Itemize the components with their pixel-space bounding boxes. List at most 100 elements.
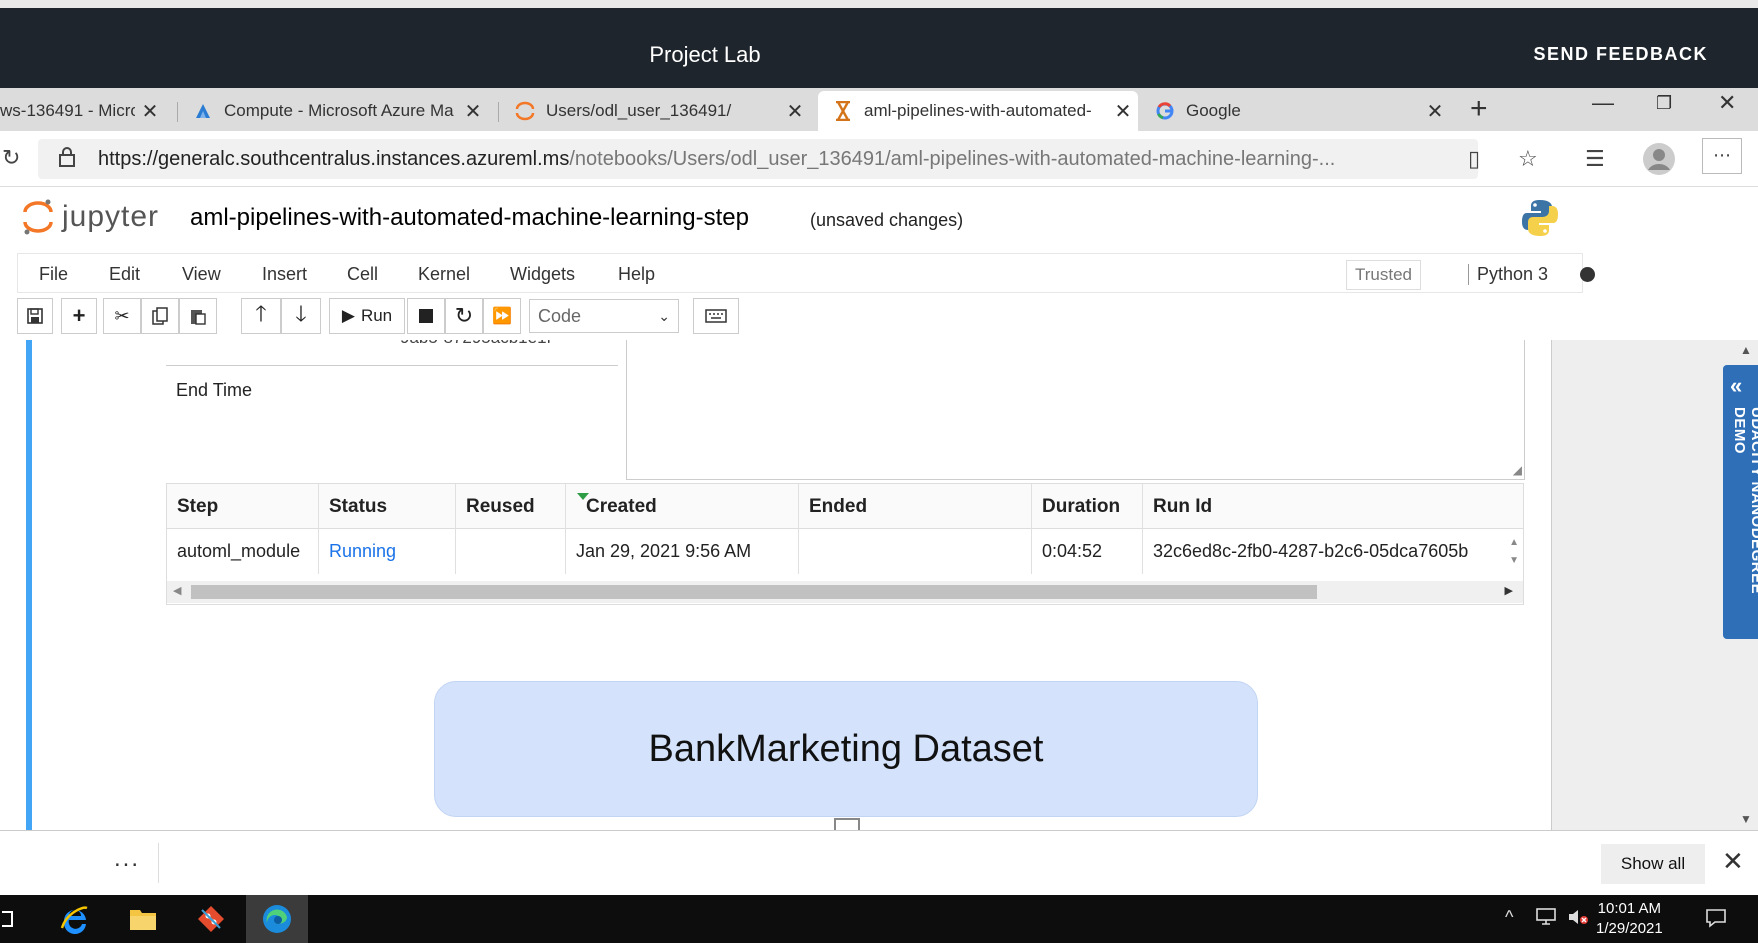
move-down-icon[interactable]: 🡓 — [281, 298, 321, 334]
cell-created: Jan 29, 2021 9:56 AM — [566, 529, 799, 574]
column-header-ended[interactable]: Ended — [799, 484, 1032, 529]
browser-tab-active[interactable]: aml-pipelines-with-automated- ✕ — [818, 91, 1138, 131]
close-icon[interactable]: ✕ — [780, 99, 810, 124]
new-tab-button[interactable]: + — [1470, 94, 1488, 124]
window-close-icon[interactable]: ✕ — [1718, 90, 1736, 116]
cell-type-select[interactable]: Code ⌄ — [529, 299, 679, 333]
refresh-icon[interactable]: ↻ — [2, 145, 20, 171]
column-header-created[interactable]: Created — [566, 484, 799, 529]
close-icon[interactable]: ✕ — [1108, 99, 1138, 124]
kernel-name[interactable]: Python 3 — [1468, 264, 1548, 285]
cut-icon[interactable]: ✂ — [103, 298, 141, 334]
table-vscroll[interactable]: ▲ ▼ — [1509, 534, 1519, 570]
file-explorer-icon[interactable] — [112, 895, 174, 943]
browser-tab[interactable]: Users/odl_user_136491/ ✕ — [500, 91, 810, 131]
notifications-icon[interactable] — [1705, 908, 1727, 933]
tab-label: Users/odl_user_136491/ — [546, 101, 732, 120]
udacity-demo-tab[interactable]: « UDACITY NANODEGREE DEMO — [1723, 365, 1758, 639]
hscroll-thumb[interactable] — [191, 585, 1317, 599]
notebook-page: 9ab5-87295acb1e1f End Time ◢ Step Status… — [0, 340, 1552, 830]
chevron-down-icon: ⌄ — [658, 308, 670, 324]
menu-help[interactable]: Help — [618, 264, 655, 285]
notebook-menubar: File Edit View Insert Cell Kernel Widget… — [17, 253, 1595, 293]
menu-file[interactable]: File — [39, 264, 68, 285]
insert-cell-icon[interactable]: + — [61, 298, 97, 334]
internet-explorer-icon[interactable] — [44, 895, 106, 943]
downloads-more-icon[interactable]: ... — [114, 845, 140, 873]
close-icon[interactable]: ✕ — [135, 99, 165, 124]
favorites-list-icon[interactable]: ☰ — [1585, 146, 1605, 172]
close-icon[interactable]: ✕ — [458, 99, 488, 124]
column-header-status[interactable]: Status — [319, 484, 456, 529]
menu-edit[interactable]: Edit — [109, 264, 140, 285]
column-header-run-id[interactable]: Run Id — [1143, 484, 1503, 529]
git-icon[interactable] — [180, 895, 242, 943]
cell-status-link[interactable]: Running — [319, 529, 456, 574]
copy-icon[interactable] — [141, 298, 179, 334]
notebook-name[interactable]: aml-pipelines-with-automated-machine-lea… — [190, 204, 749, 232]
downloads-bar: ... Show all ✕ — [0, 830, 1758, 895]
jupyter-logo[interactable]: jupyter — [22, 198, 159, 236]
show-all-button[interactable]: Show all — [1601, 844, 1705, 884]
url-field[interactable]: https://generalc.southcentralus.instance… — [38, 139, 1478, 179]
table-header: Step Status Reused Created Ended Duratio… — [167, 484, 1523, 529]
menu-cell[interactable]: Cell — [347, 264, 378, 285]
browser-tab[interactable]: Compute - Microsoft Azure Ma ✕ — [178, 91, 488, 131]
page-scroll-down-icon[interactable]: ▼ — [1740, 812, 1752, 826]
scroll-right-icon[interactable]: ▶ — [1505, 584, 1513, 597]
restart-icon[interactable]: ↻ — [445, 298, 483, 334]
node-output-port[interactable] — [834, 818, 860, 830]
task-view-icon[interactable] — [0, 895, 20, 943]
table-hscroll[interactable]: ◀ ▶ — [167, 581, 1523, 603]
azure-ml-icon — [192, 100, 214, 122]
url-path: /notebooks/Users/odl_user_136491/aml-pip… — [569, 147, 1336, 170]
cell-reused — [456, 529, 566, 574]
stop-icon[interactable] — [407, 298, 445, 334]
column-header-duration[interactable]: Duration — [1032, 484, 1143, 529]
save-status: (unsaved changes) — [810, 210, 964, 230]
tray-chevron-up-icon[interactable]: ^ — [1505, 907, 1513, 928]
close-icon[interactable]: ✕ — [1420, 99, 1450, 124]
table-row[interactable]: automl_module Running Jan 29, 2021 9:56 … — [167, 529, 1523, 574]
browser-tab[interactable]: ws-136491 - Micros ✕ — [0, 91, 165, 131]
address-bar: ↻ https://generalc.southcentralus.instan… — [0, 131, 1758, 187]
immersive-reader-icon[interactable]: ▯ — [1468, 146, 1480, 172]
resize-grip-icon[interactable]: ◢ — [1513, 463, 1522, 477]
profile-avatar-icon[interactable] — [1642, 142, 1676, 182]
menu-view[interactable]: View — [182, 264, 221, 285]
send-feedback-button[interactable]: SEND FEEDBACK — [1533, 44, 1708, 65]
run-button[interactable]: ▶ Run — [329, 298, 405, 334]
page-scroll-up-icon[interactable]: ▲ — [1740, 343, 1752, 357]
save-icon[interactable] — [17, 298, 53, 334]
edge-browser-icon[interactable] — [246, 895, 308, 943]
network-icon[interactable] — [1535, 907, 1557, 930]
keyboard-icon[interactable] — [693, 298, 739, 334]
move-up-icon[interactable]: 🡑 — [241, 298, 281, 334]
menu-insert[interactable]: Insert — [262, 264, 307, 285]
pipeline-dataset-node[interactable]: BankMarketing Dataset — [434, 681, 1258, 817]
volume-muted-icon[interactable] — [1567, 907, 1589, 932]
restart-run-all-icon[interactable]: ⏩ — [483, 298, 521, 334]
browser-tab[interactable]: Google ✕ — [1140, 91, 1450, 131]
more-menu-icon[interactable]: ⋯ — [1702, 138, 1742, 174]
scroll-left-icon[interactable]: ◀ — [173, 584, 181, 597]
notebook-area: 9ab5-87295acb1e1f End Time ◢ Step Status… — [0, 340, 1758, 830]
paste-icon[interactable] — [179, 298, 217, 334]
favorite-star-icon[interactable]: ☆ — [1518, 146, 1538, 172]
restore-icon[interactable]: ❐ — [1656, 93, 1672, 114]
kernel-status-icon — [1580, 267, 1595, 282]
system-clock[interactable]: 10:01 AM 1/29/2021 — [1596, 899, 1663, 939]
tab-label: aml-pipelines-with-automated- — [864, 101, 1092, 120]
column-header-step[interactable]: Step — [167, 484, 319, 529]
menu-kernel[interactable]: Kernel — [418, 264, 470, 285]
column-header-reused[interactable]: Reused — [456, 484, 566, 529]
lock-icon — [58, 146, 78, 173]
output-textarea[interactable]: ◢ — [626, 340, 1525, 480]
menu-widgets[interactable]: Widgets — [510, 264, 575, 285]
minimize-icon[interactable]: — — [1592, 90, 1614, 116]
trusted-indicator[interactable]: Trusted — [1346, 260, 1421, 290]
step-runs-table: Step Status Reused Created Ended Duratio… — [166, 483, 1524, 605]
google-icon — [1154, 100, 1176, 122]
tab-label: Google — [1186, 101, 1241, 120]
close-downloads-icon[interactable]: ✕ — [1722, 846, 1744, 877]
